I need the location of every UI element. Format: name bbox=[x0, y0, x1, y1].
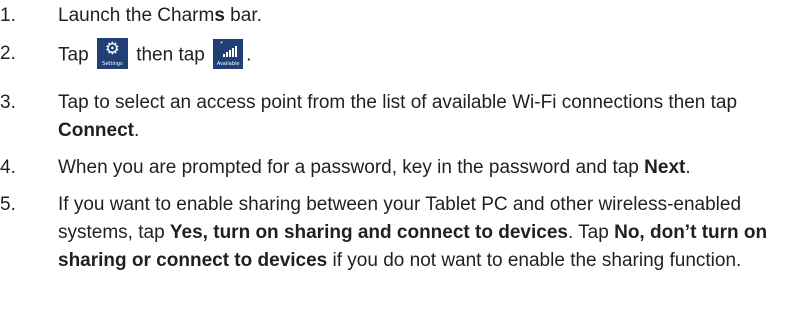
step-number: 2. bbox=[0, 43, 16, 64]
available-tile-caption: Available bbox=[216, 60, 240, 67]
step-text: Tap to select an access point from the l… bbox=[58, 89, 803, 145]
step-text: Launch the Charms bar. bbox=[58, 2, 803, 30]
settings-tile: ⚙ Settings bbox=[96, 38, 128, 69]
step-number: 4. bbox=[0, 157, 16, 178]
step-text: Tap ⚙ Settings then tap * Available . bbox=[58, 38, 803, 71]
available-tile: * Available bbox=[213, 38, 244, 69]
step-text-part: When you are prompted for a password, ke… bbox=[58, 157, 645, 178]
settings-tile-caption: Settings bbox=[102, 61, 123, 67]
step-text: When you are prompted for a password, ke… bbox=[58, 154, 803, 182]
step-text-bold: Connect bbox=[58, 120, 134, 141]
step-text-part: then tap bbox=[136, 44, 205, 66]
step-text-part: Launch the Charm bbox=[58, 5, 215, 26]
step-text-part: Tap to select an access point from the l… bbox=[58, 92, 738, 113]
step-text-part: Tap bbox=[58, 44, 89, 66]
wifi-signal-icon bbox=[223, 45, 238, 57]
step-number: 1. bbox=[0, 5, 16, 26]
step-text-part: . bbox=[246, 44, 252, 66]
step-number: 5. bbox=[0, 194, 16, 215]
step-text-part: . Tap bbox=[567, 222, 615, 243]
step-number: 3. bbox=[0, 92, 16, 113]
step-text-bold: Yes, turn on sharing and connect to devi… bbox=[169, 222, 568, 243]
step-text-part: . bbox=[134, 120, 140, 141]
step-text-part: bar. bbox=[224, 5, 262, 26]
step-text-bold: Next bbox=[644, 157, 686, 178]
step-text-bold: s bbox=[214, 5, 225, 26]
step-text-part: . bbox=[685, 157, 691, 178]
step-text: If you want to enable sharing between yo… bbox=[58, 191, 803, 275]
gear-icon: ⚙ bbox=[104, 39, 121, 58]
step-text-part: if you do not want to enable the sharing… bbox=[327, 250, 742, 271]
